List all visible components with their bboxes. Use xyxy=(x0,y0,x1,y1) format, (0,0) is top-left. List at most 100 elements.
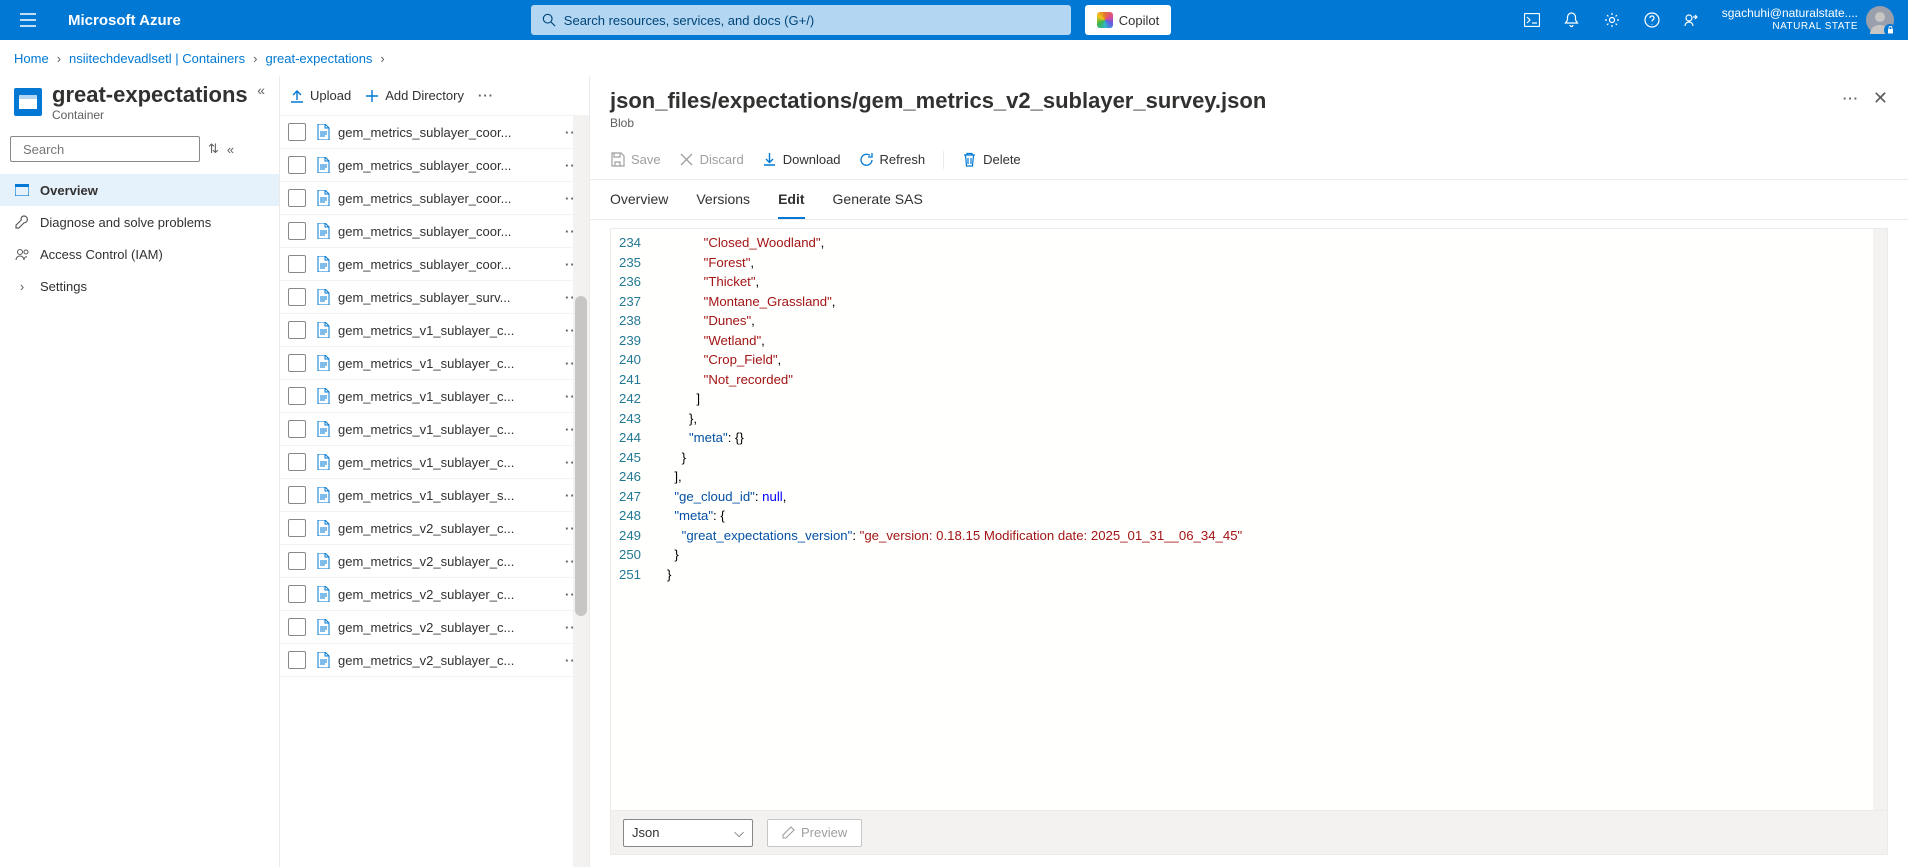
nav-diagnose[interactable]: Diagnose and solve problems xyxy=(0,206,279,238)
file-checkbox[interactable] xyxy=(288,123,306,141)
cloud-shell-button[interactable] xyxy=(1512,0,1552,40)
file-checkbox[interactable] xyxy=(288,156,306,174)
file-name: gem_metrics_v2_sublayer_c... xyxy=(338,653,559,668)
nav-settings-label: Settings xyxy=(40,279,87,294)
file-checkbox[interactable] xyxy=(288,585,306,603)
file-name: gem_metrics_v2_sublayer_c... xyxy=(338,620,559,635)
file-row[interactable]: gem_metrics_v1_sublayer_s...··· xyxy=(280,479,589,512)
nav-overview[interactable]: Overview xyxy=(0,174,279,206)
download-button[interactable]: Download xyxy=(762,152,841,167)
file-checkbox[interactable] xyxy=(288,222,306,240)
collapse-left-button[interactable]: « xyxy=(257,82,265,98)
file-name: gem_metrics_v1_sublayer_s... xyxy=(338,488,559,503)
nav-settings[interactable]: › Settings xyxy=(0,270,279,302)
file-checkbox[interactable] xyxy=(288,321,306,339)
editor-footer: Json ⌵ Preview xyxy=(610,811,1888,855)
toolbar-more-button[interactable]: ··· xyxy=(478,88,494,103)
gear-icon xyxy=(1604,12,1620,28)
left-search-input[interactable] xyxy=(23,142,199,157)
file-row[interactable]: gem_metrics_v1_sublayer_c...··· xyxy=(280,446,589,479)
nav-iam[interactable]: Access Control (IAM) xyxy=(0,238,279,270)
left-search[interactable] xyxy=(10,136,200,162)
delete-button[interactable]: Delete xyxy=(962,152,1021,167)
plus-icon xyxy=(365,89,379,103)
file-name: gem_metrics_v2_sublayer_c... xyxy=(338,587,559,602)
file-name: gem_metrics_v2_sublayer_c... xyxy=(338,554,559,569)
file-list[interactable]: gem_metrics_sublayer_coor...···gem_metri… xyxy=(280,116,589,867)
separator xyxy=(943,151,944,169)
file-checkbox[interactable] xyxy=(288,618,306,636)
refresh-button[interactable]: Refresh xyxy=(859,152,926,167)
file-row[interactable]: gem_metrics_v1_sublayer_c...··· xyxy=(280,413,589,446)
file-row[interactable]: gem_metrics_v2_sublayer_c...··· xyxy=(280,611,589,644)
code-content[interactable]: "Closed_Woodland", "Forest", "Thicket", … xyxy=(659,229,1887,810)
feedback-button[interactable] xyxy=(1672,0,1712,40)
global-search[interactable] xyxy=(531,5,1071,35)
file-row[interactable]: gem_metrics_sublayer_coor...··· xyxy=(280,149,589,182)
editor-scrollbar[interactable] xyxy=(1873,229,1887,810)
file-checkbox[interactable] xyxy=(288,189,306,207)
file-checkbox[interactable] xyxy=(288,420,306,438)
close-blob-button[interactable]: ✕ xyxy=(1873,88,1888,109)
overview-icon xyxy=(14,184,30,196)
account-email: sgachuhi@naturalstate.... xyxy=(1722,6,1858,20)
cloud-shell-icon xyxy=(1524,13,1540,27)
breadcrumb-home[interactable]: Home xyxy=(14,51,49,66)
notifications-button[interactable] xyxy=(1552,0,1592,40)
file-row[interactable]: gem_metrics_v2_sublayer_c...··· xyxy=(280,644,589,677)
breadcrumb-current[interactable]: great-expectations xyxy=(265,51,372,66)
file-checkbox[interactable] xyxy=(288,651,306,669)
format-dropdown[interactable]: Json ⌵ xyxy=(623,819,753,847)
chevron-right-icon: › xyxy=(380,51,384,66)
file-row[interactable]: gem_metrics_v1_sublayer_c...··· xyxy=(280,347,589,380)
file-row[interactable]: gem_metrics_sublayer_coor...··· xyxy=(280,116,589,149)
brand[interactable]: Microsoft Azure xyxy=(68,12,181,29)
upload-button[interactable]: Upload xyxy=(290,88,351,103)
file-row[interactable]: gem_metrics_sublayer_coor...··· xyxy=(280,182,589,215)
file-checkbox[interactable] xyxy=(288,453,306,471)
copilot-button[interactable]: Copilot xyxy=(1085,5,1171,35)
upload-icon xyxy=(290,89,304,103)
save-icon xyxy=(610,152,625,167)
file-checkbox[interactable] xyxy=(288,519,306,537)
file-checkbox[interactable] xyxy=(288,354,306,372)
file-checkbox[interactable] xyxy=(288,552,306,570)
file-name: gem_metrics_sublayer_coor... xyxy=(338,125,559,140)
file-checkbox[interactable] xyxy=(288,288,306,306)
global-search-input[interactable] xyxy=(564,13,1060,28)
file-row[interactable]: gem_metrics_v2_sublayer_c...··· xyxy=(280,578,589,611)
tab-generate-sas[interactable]: Generate SAS xyxy=(833,181,923,219)
tab-versions[interactable]: Versions xyxy=(696,181,750,219)
breadcrumb-parent[interactable]: nsiitechdevadlsetl | Containers xyxy=(69,51,245,66)
account-menu[interactable]: sgachuhi@naturalstate.... NATURAL STATE xyxy=(1712,6,1900,34)
add-directory-button[interactable]: Add Directory xyxy=(365,88,464,103)
file-row[interactable]: gem_metrics_v2_sublayer_c...··· xyxy=(280,545,589,578)
file-checkbox[interactable] xyxy=(288,387,306,405)
copilot-icon xyxy=(1097,12,1113,28)
copilot-label: Copilot xyxy=(1119,13,1159,28)
file-row[interactable]: gem_metrics_sublayer_surv...··· xyxy=(280,281,589,314)
file-row[interactable]: gem_metrics_v1_sublayer_c...··· xyxy=(280,380,589,413)
file-row[interactable]: gem_metrics_v1_sublayer_c...··· xyxy=(280,314,589,347)
hamburger-menu[interactable] xyxy=(8,0,48,40)
file-list-scrollbar[interactable] xyxy=(573,116,589,867)
tab-edit[interactable]: Edit xyxy=(778,181,804,219)
blob-more-button[interactable]: ··· xyxy=(1843,91,1859,106)
scrollbar-thumb[interactable] xyxy=(575,296,587,616)
settings-button[interactable] xyxy=(1592,0,1632,40)
blob-detail-pane: json_files/expectations/gem_metrics_v2_s… xyxy=(590,76,1908,867)
preview-button: Preview xyxy=(767,819,862,847)
pencil-icon xyxy=(782,826,795,839)
file-row[interactable]: gem_metrics_v2_sublayer_c...··· xyxy=(280,512,589,545)
help-button[interactable] xyxy=(1632,0,1672,40)
file-row[interactable]: gem_metrics_sublayer_coor...··· xyxy=(280,248,589,281)
file-checkbox[interactable] xyxy=(288,486,306,504)
code-editor[interactable]: 2342352362372382392402412422432442452462… xyxy=(610,228,1888,811)
file-checkbox[interactable] xyxy=(288,255,306,273)
collapse-middle-button[interactable]: « xyxy=(227,142,234,157)
sort-button[interactable]: ⇅ xyxy=(208,141,219,157)
tab-overview[interactable]: Overview xyxy=(610,181,668,219)
file-icon xyxy=(316,322,330,338)
avatar xyxy=(1866,6,1894,34)
file-row[interactable]: gem_metrics_sublayer_coor...··· xyxy=(280,215,589,248)
